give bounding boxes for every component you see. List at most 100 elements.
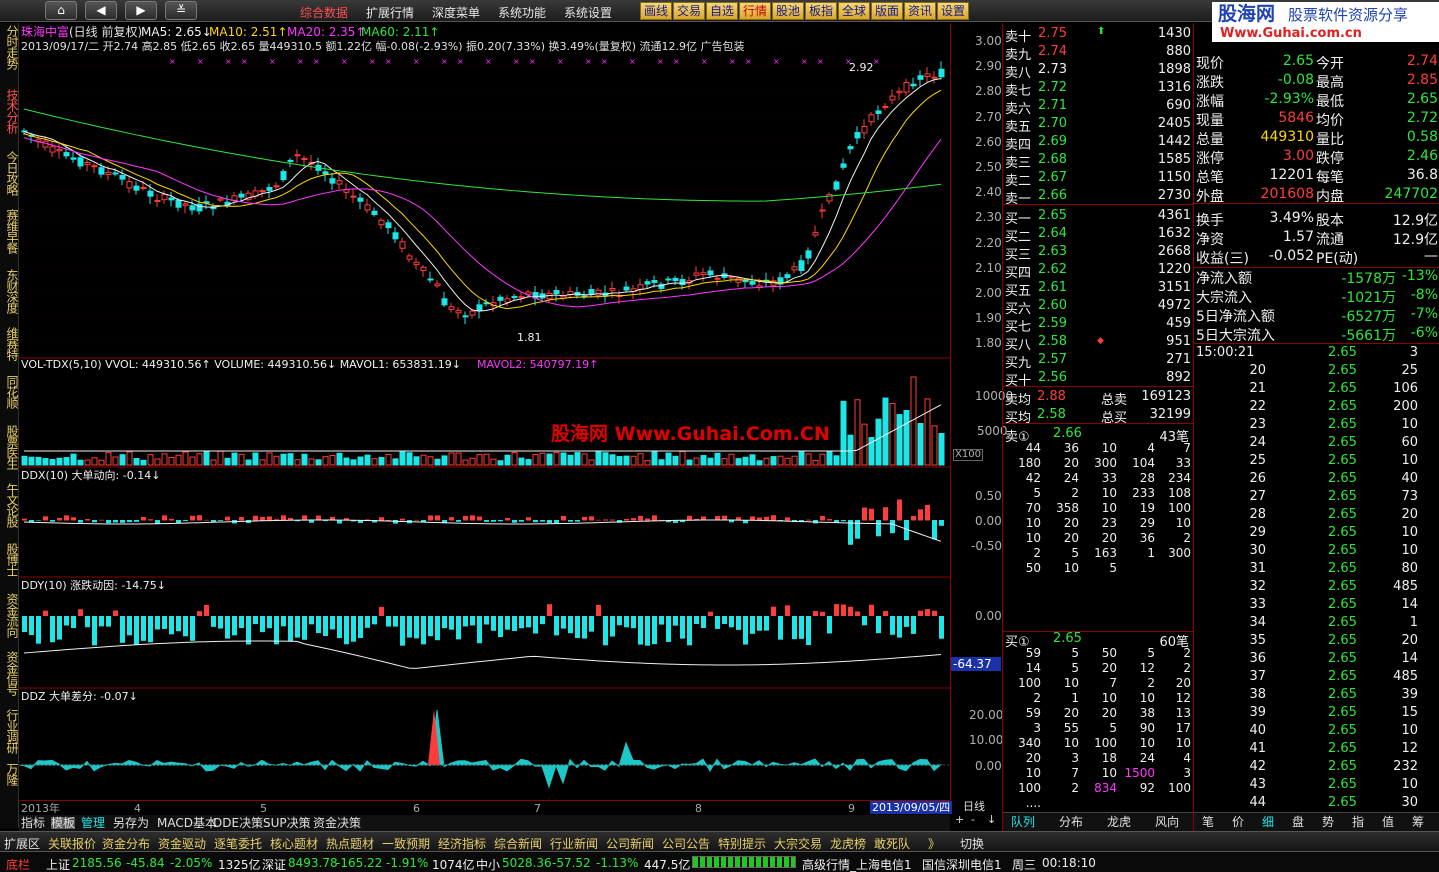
sidebar-tab-7[interactable]: 股票医生	[1, 425, 19, 469]
forward-icon[interactable]: ▶	[125, 1, 157, 20]
tool-button-4[interactable]: 股池	[772, 2, 805, 20]
kline-chart[interactable]: × × × × × × × × × × × × × × × × × × × × × × × × × × × × × × 珠海中富 (日线 …	[18, 23, 953, 814]
sidebar-tab-10[interactable]: 资金流向	[1, 593, 19, 637]
sh-index-name[interactable]: 上证	[46, 856, 70, 872]
ask-row[interactable]: 卖五 2.70 2405	[1003, 114, 1193, 135]
status-label[interactable]: 底栏	[6, 856, 30, 872]
function-tab-7[interactable]: 一致预期	[382, 835, 430, 852]
menu-extended-quotes[interactable]: 扩展行情	[366, 4, 414, 21]
function-tab-9[interactable]: 综合新闻	[494, 835, 542, 852]
menu-down-icon[interactable]: ≚	[165, 1, 197, 20]
ask-row[interactable]: 卖四 2.69 1442	[1003, 132, 1193, 153]
function-tab-11[interactable]: 公司新闻	[606, 835, 654, 852]
bid-row[interactable]: 买二 2.64 1632	[1003, 224, 1193, 245]
tick-tab-1[interactable]: 价	[1232, 816, 1244, 828]
sz-index-name[interactable]: 深证	[262, 856, 286, 872]
book-tab-1[interactable]: 分布	[1059, 816, 1083, 828]
ask-row[interactable]: 卖十 2.75 ⬆ 1430	[1003, 24, 1193, 45]
sidebar-tab-2[interactable]: 今日攻略	[1, 151, 19, 195]
book-tab-3[interactable]: 风向	[1155, 816, 1179, 828]
bid-row[interactable]: 买六 2.60 4972	[1003, 296, 1193, 317]
tool-button-2[interactable]: 自选	[706, 2, 739, 20]
tool-button-9[interactable]: 设置	[937, 2, 970, 20]
ask-row[interactable]: 卖七 2.72 1316	[1003, 78, 1193, 99]
ask-row[interactable]: 卖三 2.68 1585	[1003, 150, 1193, 171]
ask-row[interactable]: 卖八 2.73 1898	[1003, 60, 1193, 81]
sidebar-tab-0[interactable]: 分时走势	[1, 25, 19, 69]
function-tab-16[interactable]: 敢死队	[874, 835, 910, 852]
bid-row[interactable]: 买九 2.57 271	[1003, 350, 1193, 371]
book-tab-2[interactable]: 龙虎	[1107, 816, 1131, 828]
tool-button-1[interactable]: 交易	[673, 2, 706, 20]
function-tab-0[interactable]: 扩展区	[4, 835, 40, 852]
sidebar-tab-12[interactable]: 行业调研	[1, 709, 19, 753]
menu-system-functions[interactable]: 系统功能	[498, 4, 546, 21]
function-tab-1[interactable]: 关联报价	[48, 835, 96, 852]
zoom-out-button[interactable]: -	[971, 814, 975, 825]
function-tab-8[interactable]: 经济指标	[438, 835, 486, 852]
sidebar-tab-5[interactable]: 维赛特	[1, 327, 19, 360]
indicator-tab-2[interactable]: 管理	[81, 817, 105, 829]
sidebar-tab-8[interactable]: 午文论股	[1, 483, 19, 527]
tool-button-6[interactable]: 全球	[838, 2, 871, 20]
function-tab-12[interactable]: 公司公告	[662, 835, 710, 852]
home-icon[interactable]: ⌂	[45, 1, 77, 20]
bid-row[interactable]: 买七 2.59 459	[1003, 314, 1193, 335]
indicator-tab-0[interactable]: 指标	[21, 817, 45, 829]
function-tab-3[interactable]: 资金驱动	[158, 835, 206, 852]
ask-row[interactable]: 卖六 2.71 690	[1003, 96, 1193, 117]
menu-depth[interactable]: 深度菜单	[432, 4, 480, 21]
indicator-tab-7[interactable]: 资金决策	[313, 817, 361, 829]
sidebar-tab-11[interactable]: 资金信号	[1, 651, 19, 695]
more-icon[interactable]: 》	[928, 835, 940, 852]
sell1-queue-header[interactable]: 卖① 2.66 43笔	[1003, 424, 1193, 445]
ask-row[interactable]: 卖九 2.74 880	[1003, 42, 1193, 63]
indicator-tab-6[interactable]: SUP决策	[263, 817, 311, 829]
server-main[interactable]: 高级行情_上海电信1	[802, 856, 912, 872]
bid-row[interactable]: 买三 2.63 2668	[1003, 242, 1193, 263]
tool-button-3[interactable]: 行情	[739, 2, 772, 20]
sidebar-tab-1[interactable]: 技术分析	[1, 89, 19, 133]
tick-tab-0[interactable]: 笔	[1202, 816, 1214, 828]
zoom-in-button[interactable]: +	[955, 814, 964, 825]
bid-row[interactable]: 买十 2.56 892	[1003, 368, 1193, 389]
tool-button-8[interactable]: 资讯	[904, 2, 937, 20]
tick-tab-2[interactable]: 细	[1262, 816, 1274, 828]
tick-tab-7[interactable]: 筹	[1412, 816, 1424, 828]
bid-row[interactable]: 买一 2.65 4361	[1003, 206, 1193, 227]
tool-button-0[interactable]: 画线	[640, 2, 673, 20]
bid-row[interactable]: 买四 2.62 1220	[1003, 260, 1193, 281]
tick-tab-4[interactable]: 势	[1322, 816, 1334, 828]
book-tab-0[interactable]: 队列	[1011, 816, 1035, 828]
indicator-tab-3[interactable]: 另存为	[113, 817, 149, 829]
function-tab-2[interactable]: 资金分布	[102, 835, 150, 852]
menu-system-settings[interactable]: 系统设置	[564, 4, 612, 21]
menu-comprehensive[interactable]: 综合数据	[300, 4, 348, 21]
buy1-queue-header[interactable]: 买① 2.65 60笔	[1003, 629, 1193, 650]
ask-row[interactable]: 卖二 2.67 1150	[1003, 168, 1193, 189]
sidebar-tab-4[interactable]: 东财深度	[1, 269, 19, 313]
sidebar-tab-9[interactable]: 股博士	[1, 543, 19, 576]
tool-button-7[interactable]: 版面	[871, 2, 904, 20]
tick-tab-6[interactable]: 值	[1382, 816, 1394, 828]
indicator-tab-1[interactable]: 模板	[51, 817, 76, 829]
function-tab-13[interactable]: 特别提示	[718, 835, 766, 852]
ask-row[interactable]: 卖一 2.66 2730	[1003, 186, 1193, 207]
period-label[interactable]: 日线	[963, 801, 985, 812]
scroll-down-button[interactable]: ↓	[987, 814, 996, 825]
back-icon[interactable]: ◀	[85, 1, 117, 20]
function-tab-6[interactable]: 热点题材	[326, 835, 374, 852]
zx-index-name[interactable]: 中小	[476, 856, 500, 872]
function-tab-10[interactable]: 行业新闻	[550, 835, 598, 852]
tool-button-5[interactable]: 板指	[805, 2, 838, 20]
tick-tab-3[interactable]: 盘	[1292, 816, 1304, 828]
tick-tab-5[interactable]: 指	[1352, 816, 1364, 828]
sidebar-tab-6[interactable]: 同花顺	[1, 375, 19, 408]
sidebar-tab-3[interactable]: 赛维早餐	[1, 209, 19, 253]
function-tab-5[interactable]: 核心题材	[270, 835, 318, 852]
bid-row[interactable]: 买八 2.58 ◆ 951	[1003, 332, 1193, 353]
indicator-tab-5[interactable]: DDE决策	[213, 817, 263, 829]
function-tab-4[interactable]: 逐笔委托	[214, 835, 262, 852]
server-secondary[interactable]: 国信深圳电信1	[922, 856, 1002, 872]
switch-button[interactable]: 切换	[960, 835, 984, 852]
